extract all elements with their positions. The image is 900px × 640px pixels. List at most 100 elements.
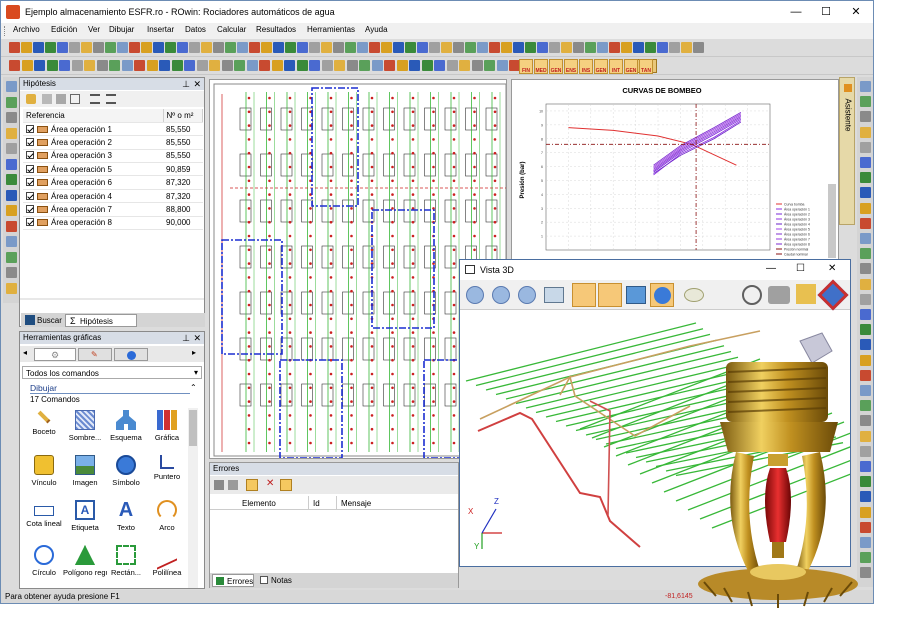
command-esquema[interactable]: Esquema [104,410,148,442]
calc-button[interactable]: FIN [519,59,533,74]
asistente-tab[interactable]: Asistente [839,77,855,225]
delete-icon[interactable] [56,94,66,104]
draw-tool-icon[interactable] [196,60,208,71]
toolbar-tool-icon[interactable] [381,42,392,53]
draw-tool-icon[interactable] [234,60,245,71]
side-tool-icon[interactable] [6,189,17,201]
draw-tool-icon[interactable] [471,60,483,71]
toolbar-tool-icon[interactable] [657,42,668,53]
toolbar-tool-icon[interactable] [573,42,584,53]
command-v-nculo[interactable]: Vínculo [22,455,66,487]
toolbar-tool-icon[interactable] [333,42,344,53]
table-row[interactable]: Área operación 3 85,550 [23,149,203,164]
rotate-icon[interactable] [598,283,622,307]
toolbar-tool-icon[interactable] [513,42,524,53]
col-referencia[interactable]: Referencia [23,109,164,123]
toolbar-tool-icon[interactable] [597,42,608,53]
checkbox[interactable] [26,151,34,160]
draw-tool-icon[interactable] [96,60,108,71]
command-arco[interactable]: Arco [145,500,189,532]
draw-tool-icon[interactable] [259,60,270,71]
checkbox[interactable] [26,137,34,146]
draw-tool-icon[interactable] [109,60,120,71]
draw-tool-icon[interactable] [409,60,420,71]
tab-info[interactable] [114,348,148,361]
draw-tool-icon[interactable] [484,60,495,71]
panel-close-icon[interactable]: ✕ [193,78,201,90]
checkbox[interactable] [26,218,34,227]
list-icon[interactable] [90,94,100,104]
checkbox[interactable] [26,124,34,133]
chevron-right-icon[interactable]: ▸ [192,348,196,357]
toolbar-tool-icon[interactable] [213,42,224,53]
toolbar-tool-icon[interactable] [141,42,152,53]
users-icon[interactable] [26,94,36,104]
maximize-button[interactable]: ☐ [796,263,805,274]
draw-tool-icon[interactable] [296,60,308,71]
toolbar-tool-icon[interactable] [177,42,188,53]
toolbar-tool-icon[interactable] [237,42,248,53]
draw-tool-icon[interactable] [34,60,45,71]
checkbox[interactable] [26,204,34,213]
draw-tool-icon[interactable] [184,60,195,71]
edit-icon[interactable] [42,94,52,104]
table-row[interactable]: Área operación 1 85,550 [23,122,203,137]
toolbar-tool-icon[interactable] [33,42,44,53]
minimize-button[interactable]: — [781,1,811,23]
side-tool-icon[interactable] [860,172,871,184]
toolbar-tool-icon[interactable] [249,42,260,53]
menu-resultados[interactable]: Resultados [256,25,296,34]
draw-tool-icon[interactable] [271,60,283,71]
side-tool-icon[interactable] [860,278,871,290]
calc-button[interactable]: GEN [624,59,638,74]
toolbar-tool-icon[interactable] [501,42,512,53]
chart-view[interactable]: CURVAS DE BOMBEO Presión (bar) 10 9 8 7 6 5 4 3… [511,79,839,261]
toolbar-tool-icon[interactable] [417,42,428,53]
menu-calcular[interactable]: Calcular [217,25,246,34]
close-button[interactable]: ✕ [828,263,836,274]
toolbar-tool-icon[interactable] [585,42,596,53]
toolbar-tool-icon[interactable] [153,42,164,53]
col-mensaje[interactable]: Mensaje [341,499,371,508]
toolbar-tool-icon[interactable] [189,42,200,53]
toolbar-tool-icon[interactable] [621,42,632,53]
scroll-thumb[interactable] [189,410,197,446]
side-tool-icon[interactable] [860,187,871,199]
row-name-cell[interactable]: Área operación 1 [23,122,163,137]
toolbar-tool-icon[interactable] [525,42,536,53]
command-imagen[interactable]: Imagen [63,455,107,487]
calc-button[interactable]: GEN [549,59,563,74]
toolbar-tool-icon[interactable] [21,42,32,53]
zoom-in-icon[interactable] [492,286,510,304]
draw-tool-icon[interactable] [21,60,33,71]
toolbar-tool-icon[interactable] [681,42,692,53]
menu-herramientas[interactable]: Herramientas [307,25,355,34]
command-texto[interactable]: A Texto [104,500,148,532]
draw-tool-icon[interactable] [359,60,370,71]
command-gr-fica[interactable]: Gráfica [145,410,189,442]
chevron-left-icon[interactable]: ◂ [23,348,27,357]
table-row[interactable]: Área operación 4 87,320 [23,189,203,204]
pan-hand-icon[interactable] [572,283,596,307]
table-row[interactable]: Área operación 8 90,000 [23,216,203,231]
side-tool-icon[interactable] [6,174,17,185]
menu-datos[interactable]: Datos [185,25,206,34]
draw-tool-icon[interactable] [459,60,470,71]
side-tool-icon[interactable] [6,236,17,247]
toolbar-tool-icon[interactable] [285,42,296,53]
tab-hipotesis[interactable]: Σ Hipótesis [65,314,137,327]
toolbar-tool-icon[interactable] [693,42,704,53]
checkbox[interactable] [26,178,34,187]
close-button[interactable]: ✕ [841,1,871,23]
image-icon[interactable] [626,286,646,304]
zoom-out-icon[interactable] [466,286,484,304]
toolbar-tool-icon[interactable] [369,42,380,53]
table-row[interactable]: Área operación 5 90,859 [23,162,203,177]
row-name-cell[interactable]: Área operación 3 [23,149,163,164]
toolbar-tool-icon[interactable] [537,42,548,53]
command-pol-gono-regular[interactable]: Polígono regular [63,545,107,577]
side-tool-icon[interactable] [6,81,17,92]
toolbar-tool-icon[interactable] [465,42,476,53]
toolbar-tool-icon[interactable] [129,42,140,53]
toolbar-tool-icon[interactable] [273,42,284,53]
